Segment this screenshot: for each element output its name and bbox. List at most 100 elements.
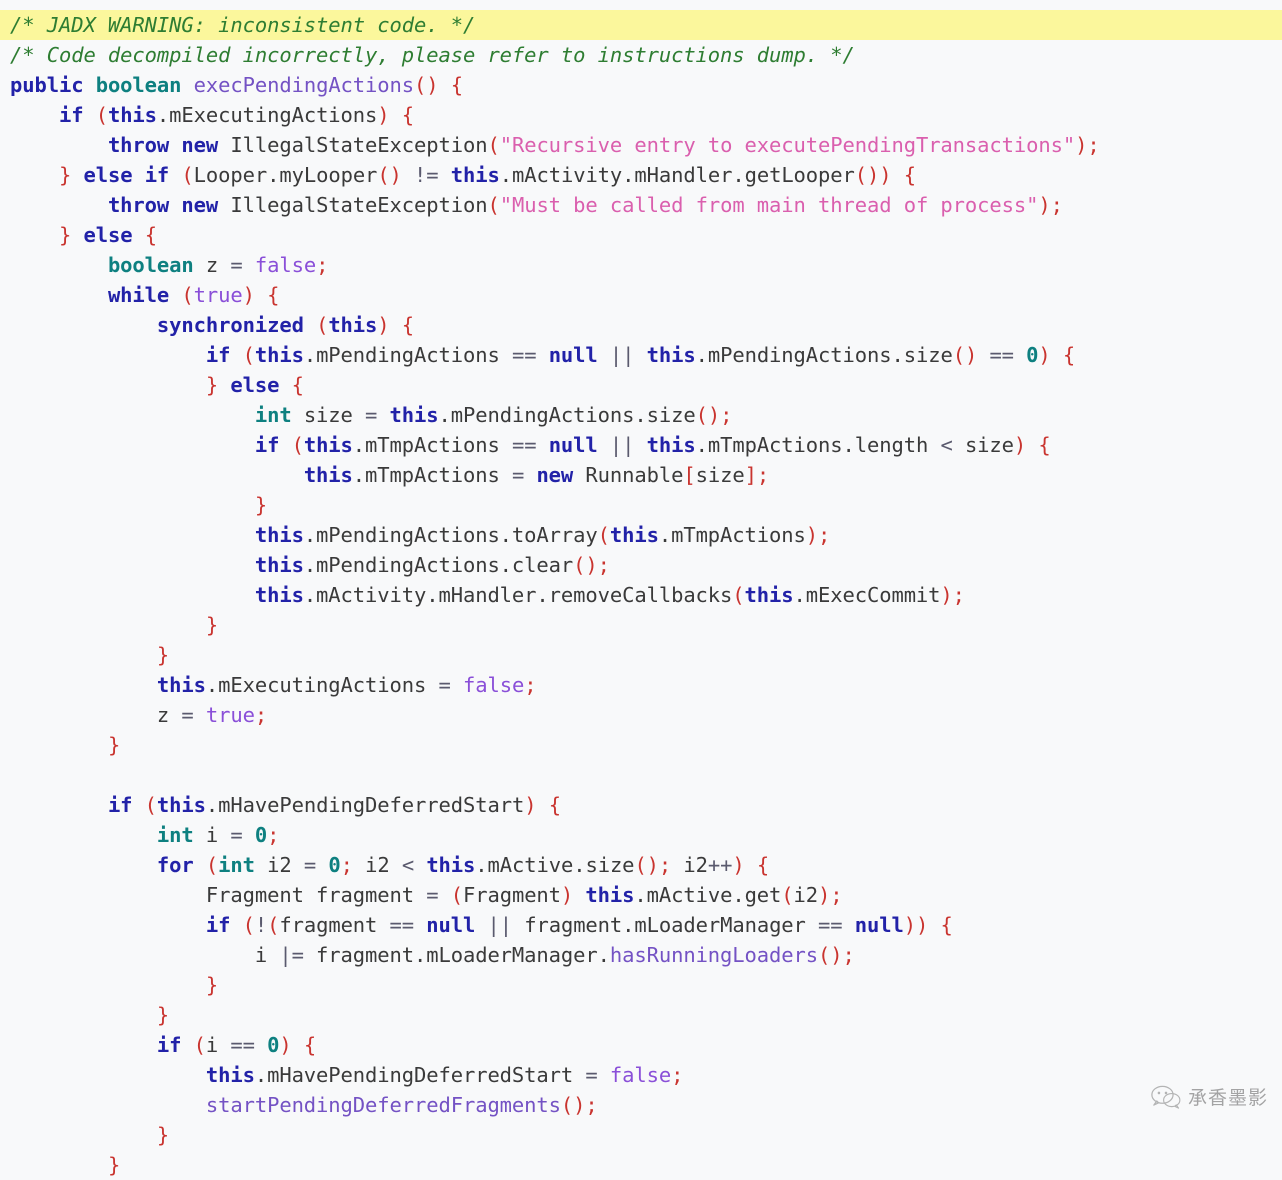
token-id [414, 913, 426, 937]
token-id: .mActivity.mHandler.removeCallbacks [303, 583, 733, 607]
token-id: i2 [254, 853, 304, 877]
token-pun: ; [254, 703, 268, 727]
token-id [10, 733, 108, 757]
token-op: == [818, 913, 843, 937]
token-fn: execPendingActions [193, 73, 415, 97]
token-kw: new [181, 133, 219, 157]
token-kw: if [107, 793, 133, 817]
token-op: = [230, 253, 243, 277]
token-id [438, 883, 450, 907]
token-op: = [511, 463, 525, 487]
token-kw: null [548, 433, 598, 457]
token-pun: (); [573, 553, 610, 577]
token-fn: startPendingDeferredFragments [205, 1093, 561, 1117]
token-id [243, 253, 255, 277]
token-op: = [303, 853, 317, 877]
token-id [10, 223, 59, 247]
token-pun: ( [316, 313, 329, 337]
token-id [279, 373, 291, 397]
token-id [169, 193, 181, 217]
token-id [439, 73, 451, 97]
token-kw: this [450, 163, 500, 187]
token-kw: throw [107, 193, 170, 217]
token-id [181, 1033, 193, 1057]
token-pun: ( [450, 883, 463, 907]
token-pun: ; [671, 1063, 684, 1087]
token-pun: ( [205, 853, 219, 877]
token-id [10, 373, 206, 397]
token-num: 0 [267, 1033, 280, 1057]
token-id [230, 343, 242, 367]
token-pun: { [291, 373, 304, 397]
code-line: } [0, 610, 1282, 640]
token-id [10, 463, 304, 487]
token-op: ++ [707, 853, 733, 877]
token-id: fragment [279, 913, 390, 937]
token-id: .mPendingActions.size [695, 343, 953, 367]
token-pun: (); [818, 943, 855, 967]
token-id: .mHavePendingDeferredStart [205, 793, 525, 817]
token-id [573, 883, 585, 907]
token-id [598, 343, 610, 367]
token-id [892, 163, 904, 187]
code-viewer[interactable]: /* JADX WARNING: inconsistent code. */ /*… [0, 0, 1282, 1177]
code-line: } else { [0, 370, 1282, 400]
token-pun: { [267, 283, 280, 307]
token-kw: if [156, 1033, 182, 1057]
token-op: = [365, 403, 378, 427]
token-kw: if [58, 103, 84, 127]
token-id [83, 103, 95, 127]
token-pun: ); [940, 583, 965, 607]
code-line: int size = this.mPendingActions.size(); [0, 400, 1282, 430]
token-cmt: /* JADX WARNING: inconsistent code. */ [10, 13, 476, 37]
token-id: IllegalStateException [218, 193, 488, 217]
token-id [10, 673, 157, 697]
token-id: .mPendingActions.clear [303, 553, 574, 577]
token-kw: this [609, 523, 659, 547]
token-id [10, 613, 206, 637]
token-id [843, 913, 855, 937]
token-kw: this [254, 343, 304, 367]
token-id [132, 223, 144, 247]
token-id [977, 343, 989, 367]
token-id [10, 793, 108, 817]
code-line: if (this.mExecutingActions) { [0, 100, 1282, 130]
token-pun: ( [242, 343, 255, 367]
code-line: this.mActivity.mHandler.removeCallbacks(… [0, 580, 1282, 610]
token-id [10, 643, 157, 667]
code-line: if (this.mPendingActions == null || this… [0, 340, 1282, 370]
token-id [169, 163, 181, 187]
token-pun: ( [597, 523, 610, 547]
token-id [255, 283, 267, 307]
token-id [402, 163, 414, 187]
token-pun: ( [181, 283, 194, 307]
token-kw: this [254, 553, 304, 577]
token-num: 0 [1026, 343, 1039, 367]
code-line: } [0, 490, 1282, 520]
token-pun: { [903, 163, 917, 187]
token-id [10, 313, 157, 337]
token-id [10, 1063, 206, 1087]
token-op: == [230, 1033, 255, 1057]
token-id: size [952, 433, 1014, 457]
token-id [439, 163, 451, 187]
token-kw: this [107, 103, 157, 127]
token-id [218, 373, 230, 397]
code-line: z = true; [0, 700, 1282, 730]
token-id [598, 433, 610, 457]
token-id [10, 163, 59, 187]
token-id: i [10, 943, 280, 967]
token-id [10, 1123, 157, 1147]
token-pun: ( [242, 913, 255, 937]
token-id [1051, 343, 1063, 367]
token-id: .mActive.size [475, 853, 635, 877]
token-pun: ) [279, 1033, 292, 1057]
token-id [10, 403, 255, 427]
token-pun: () [377, 163, 402, 187]
token-kw: else [230, 373, 280, 397]
token-pun: (); [634, 853, 672, 877]
token-kw: if [205, 913, 231, 937]
token-op: == [989, 343, 1014, 367]
token-id [10, 253, 108, 277]
token-id: fragment.mLoaderManager. [303, 943, 610, 967]
